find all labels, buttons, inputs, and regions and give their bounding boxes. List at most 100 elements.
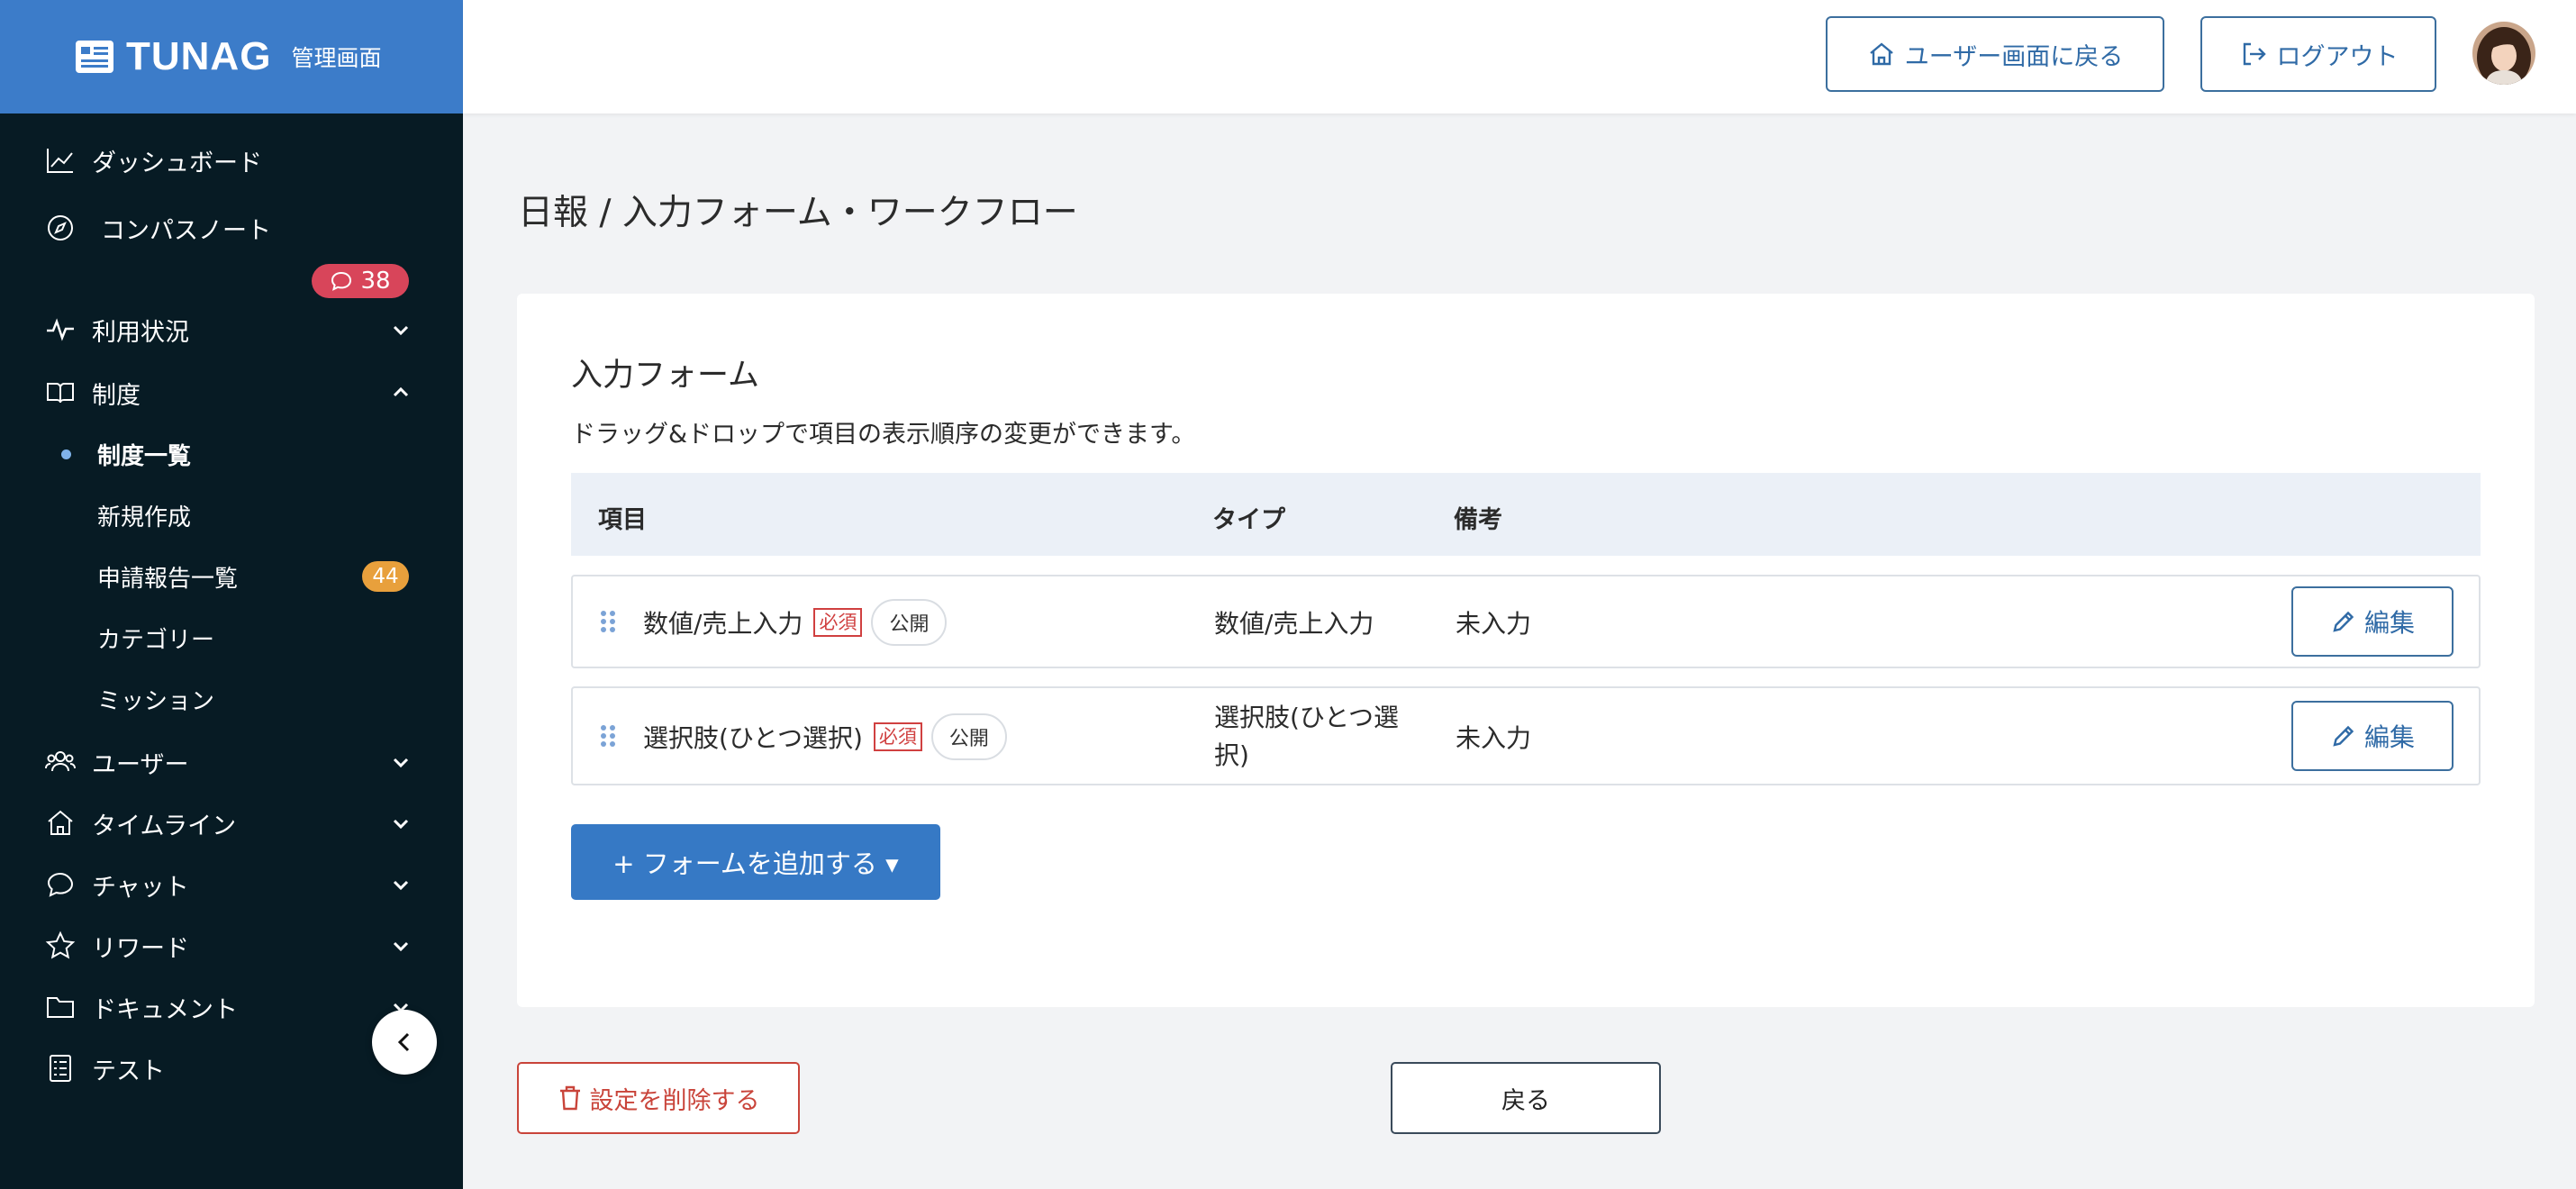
book-icon [47, 383, 74, 404]
visibility-tag: 公開 [871, 599, 948, 646]
sidebar-subitem-mission[interactable]: ミッション [0, 672, 463, 726]
sidebar-item-system[interactable]: 制度 [0, 366, 463, 420]
delete-settings-label: 設定を削除する [589, 1086, 760, 1115]
requests-count-badge: 44 [362, 561, 409, 592]
edit-button[interactable]: 編集 [2291, 701, 2454, 771]
page-title: 日報 / 入力フォーム・ワークフロー [518, 193, 1078, 233]
input-form-card: 入力フォーム ドラッグ&ドロップで項目の表示順序の変更ができます。 項目 タイプ… [517, 294, 2535, 1007]
sidebar-item-compass[interactable]: コンパスノート [0, 201, 463, 255]
checklist-icon [50, 1055, 71, 1082]
brand-subtitle: 管理画面 [291, 45, 382, 71]
chevron-down-icon [393, 325, 409, 336]
back-to-user-screen-label: ユーザー画面に戻る [1904, 42, 2124, 71]
chevron-up-icon [393, 386, 409, 397]
sidebar-item-label: タイムライン [92, 812, 237, 840]
sidebar-subitem-list[interactable]: 制度一覧 [0, 427, 463, 481]
back-to-user-screen-button[interactable]: ユーザー画面に戻る [1826, 16, 2164, 92]
sidebar-item-label: ユーザー [92, 750, 189, 779]
avatar[interactable] [2472, 22, 2535, 85]
chevron-down-icon [393, 941, 409, 952]
home-icon [48, 810, 73, 835]
sidebar-item-chat[interactable]: チャット [0, 858, 463, 912]
users-icon [45, 751, 76, 772]
logout-icon [2243, 42, 2266, 66]
sidebar-subitem-new[interactable]: 新規作成 [0, 488, 463, 542]
row-note: 未入力 [1456, 609, 1532, 639]
sidebar-item-label: テスト [92, 1057, 165, 1085]
sidebar: TUNAG 管理画面 ダッシュボード コンパスノート 38 利用状況 制度 制度… [0, 0, 463, 1189]
drag-handle-icon[interactable] [600, 724, 616, 748]
sidebar-subitem-label: カテゴリー [97, 626, 215, 654]
sidebar-subitem-label: 新規作成 [97, 504, 192, 531]
logout-button[interactable]: ログアウト [2200, 16, 2436, 92]
table-header: 項目 タイプ 備考 [571, 473, 2481, 556]
chevron-down-icon [393, 819, 409, 830]
column-header-note: 備考 [1454, 506, 1502, 534]
edit-label: 編集 [2363, 608, 2415, 638]
logout-label: ログアウト [2276, 42, 2399, 71]
drag-handle-icon[interactable] [600, 610, 616, 633]
chevron-left-icon [397, 1032, 410, 1052]
card-title: 入力フォーム [571, 358, 759, 394]
edit-button[interactable]: 編集 [2291, 586, 2454, 657]
speech-bubble-icon [331, 271, 352, 291]
row-type: 選択肢(ひとつ選 択) [1214, 699, 1399, 775]
row-item-cell: 数値/売上入力 必須 公開 [643, 599, 948, 646]
sidebar-subitem-label: ミッション [97, 687, 215, 715]
add-form-button[interactable]: + フォームを追加する ▾ [571, 824, 940, 900]
sidebar-subitem-label: 制度一覧 [97, 442, 192, 470]
row-note: 未入力 [1456, 723, 1532, 753]
visibility-tag: 公開 [930, 713, 1007, 760]
folder-icon [47, 997, 74, 1018]
home-icon [1869, 42, 1893, 66]
sidebar-item-label: チャット [92, 873, 189, 902]
table-row[interactable]: 数値/売上入力 必須 公開 数値/売上入力 未入力 編集 [571, 575, 2481, 668]
row-item-cell: 選択肢(ひとつ選択) 必須 公開 [643, 713, 1007, 760]
card-description: ドラッグ&ドロップで項目の表示順序の変更ができます。 [571, 421, 1196, 449]
required-tag: 必須 [873, 722, 922, 751]
collapse-sidebar-button[interactable] [372, 1010, 437, 1075]
column-header-item: 項目 [598, 506, 647, 534]
active-dot [61, 449, 71, 459]
row-item-name: 数値/売上入力 [643, 609, 803, 639]
sidebar-item-label: リワード [92, 934, 189, 963]
required-tag: 必須 [813, 608, 863, 637]
sidebar-item-label: ダッシュボード [92, 149, 262, 177]
sidebar-item-label: コンパスノート [101, 216, 271, 245]
sidebar-item-usage[interactable]: 利用状況 [0, 303, 463, 357]
sidebar-item-reward[interactable]: リワード [0, 919, 463, 973]
sidebar-subitem-label: 申請報告一覧 [97, 565, 239, 593]
back-button[interactable]: 戻る [1391, 1062, 1661, 1134]
sidebar-item-dashboard[interactable]: ダッシュボード [0, 133, 463, 187]
sidebar-item-timeline[interactable]: タイムライン [0, 796, 463, 850]
row-item-name: 選択肢(ひとつ選択) [643, 723, 863, 753]
star-icon [45, 930, 76, 959]
column-header-type: タイプ [1212, 506, 1285, 534]
brand-bar[interactable]: TUNAG 管理画面 [0, 0, 463, 113]
top-header: ユーザー画面に戻る ログアウト [463, 0, 2576, 113]
sidebar-item-user[interactable]: ユーザー [0, 735, 463, 789]
sidebar-item-label: 制度 [92, 381, 141, 410]
pencil-icon [2333, 611, 2354, 632]
chevron-down-icon [393, 758, 409, 768]
trash-icon [559, 1085, 580, 1111]
chart-line-icon [47, 149, 73, 173]
chat-count: 38 [360, 268, 391, 295]
sidebar-item-label: 利用状況 [92, 318, 189, 347]
chat-count-badge[interactable]: 38 [312, 264, 409, 298]
brand-logo: TUNAG [126, 34, 272, 78]
edit-label: 編集 [2363, 722, 2415, 752]
pulse-icon [47, 318, 74, 341]
row-type-line: 選択肢(ひとつ選 [1214, 703, 1399, 732]
logo-icon [76, 41, 113, 73]
sidebar-subitem-category[interactable]: カテゴリー [0, 611, 463, 665]
sidebar-item-label: ドキュメント [92, 995, 238, 1024]
delete-settings-button[interactable]: 設定を削除する [517, 1062, 800, 1134]
sidebar-subitem-requests[interactable]: 申請報告一覧 44 [0, 549, 463, 604]
pencil-icon [2333, 725, 2354, 747]
table-row[interactable]: 選択肢(ひとつ選択) 必須 公開 選択肢(ひとつ選 択) 未入力 編集 [571, 686, 2481, 785]
avatar-photo [2472, 22, 2535, 85]
compass-icon [48, 215, 73, 241]
row-type-line: 択) [1214, 740, 1249, 770]
row-type: 数値/売上入力 [1214, 609, 1374, 639]
